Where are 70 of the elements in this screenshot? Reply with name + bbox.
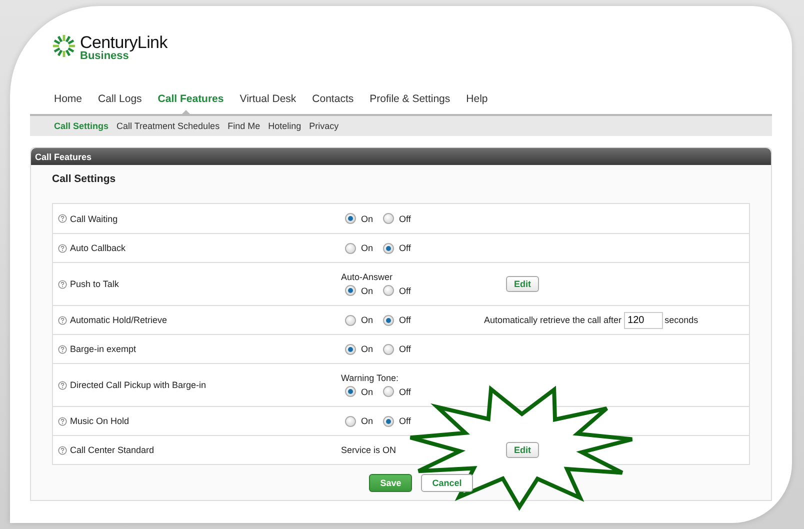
radio-label: Off xyxy=(399,286,411,296)
radio-label: Off xyxy=(399,243,411,253)
nav-tab[interactable]: Profile & Settings xyxy=(370,93,466,114)
radio-button[interactable] xyxy=(383,285,394,296)
help-icon[interactable] xyxy=(58,446,67,454)
section-heading: Call Settings xyxy=(52,173,116,185)
nav-tab[interactable]: Home xyxy=(54,93,98,114)
radio-label: On xyxy=(361,286,374,296)
nav-tab[interactable]: Help xyxy=(466,93,504,114)
brand-tagline: Business xyxy=(80,51,129,62)
radio-button[interactable] xyxy=(345,386,356,397)
nav-tab[interactable]: Contacts xyxy=(312,93,370,114)
nav-tab[interactable]: Call Features xyxy=(158,93,240,114)
retrieve-label: Automatically retrieve the call after xyxy=(484,315,622,325)
nav-tab[interactable]: Call Logs xyxy=(98,93,158,114)
seconds-label: seconds xyxy=(664,315,698,325)
radio-button[interactable] xyxy=(383,314,394,326)
radio-button[interactable] xyxy=(345,314,356,326)
help-icon[interactable] xyxy=(58,244,67,252)
subnav-tab[interactable]: Hoteling xyxy=(268,121,302,131)
edit-button[interactable]: Edit xyxy=(506,442,539,458)
setting-label: Auto Callback xyxy=(70,243,126,253)
radio-label: Off xyxy=(399,214,411,224)
radio-label: On xyxy=(361,386,374,396)
seconds-field[interactable]: 120 xyxy=(624,312,663,328)
help-icon[interactable] xyxy=(58,344,67,354)
radio-button[interactable] xyxy=(383,242,394,254)
radio-button[interactable] xyxy=(383,416,394,426)
option-caption: Warning Tone: xyxy=(341,373,400,383)
subnav-tab[interactable]: Call Treatment Schedules xyxy=(116,121,220,131)
radio-button[interactable] xyxy=(345,242,356,254)
help-icon[interactable] xyxy=(58,380,67,390)
help-icon[interactable] xyxy=(58,280,67,288)
help-icon[interactable] xyxy=(58,416,67,426)
radio-button[interactable] xyxy=(383,386,394,397)
radio-button[interactable] xyxy=(383,213,394,224)
radio-button[interactable] xyxy=(345,213,356,224)
radio-button[interactable] xyxy=(345,416,356,426)
radio-button[interactable] xyxy=(383,344,394,354)
panel-title: Call Features xyxy=(31,148,771,165)
subnav-tab[interactable]: Find Me xyxy=(228,121,260,131)
radio-label: On xyxy=(361,243,374,253)
radio-label: Off xyxy=(399,315,411,325)
radio-label: On xyxy=(361,214,374,224)
radio-label: Off xyxy=(399,344,411,354)
setting-label: Directed Call Pickup with Barge-in xyxy=(70,380,206,390)
radio-label: On xyxy=(361,344,374,354)
radio-label: On xyxy=(361,315,374,325)
brand-name: CenturyLink xyxy=(80,34,168,51)
radio-label: On xyxy=(361,416,374,426)
setting-label: Music On Hold xyxy=(70,416,130,426)
radio-button[interactable] xyxy=(345,285,356,296)
status-text: Service is ON xyxy=(341,445,398,455)
sunburst-logo-icon xyxy=(52,34,76,58)
edit-button[interactable]: Edit xyxy=(506,276,539,292)
radio-label: Off xyxy=(399,416,411,426)
subnav-tab[interactable]: Call Settings xyxy=(54,121,109,131)
subnav-tab[interactable]: Privacy xyxy=(309,121,339,131)
cancel-button[interactable]: Cancel xyxy=(421,474,473,492)
radio-label: Off xyxy=(399,386,411,396)
setting-label: Automatic Hold/Retrieve xyxy=(70,315,168,325)
setting-label: Barge-in exempt xyxy=(70,344,136,354)
radio-button[interactable] xyxy=(345,344,356,354)
setting-label: Push to Talk xyxy=(70,279,119,289)
nav-tab[interactable]: Virtual Desk xyxy=(240,93,312,114)
option-caption: Auto-Answer xyxy=(341,272,394,282)
setting-label: Call Center Standard xyxy=(70,445,154,455)
help-icon[interactable] xyxy=(58,316,67,324)
setting-label: Call Waiting xyxy=(70,214,118,224)
help-icon[interactable] xyxy=(58,214,67,223)
